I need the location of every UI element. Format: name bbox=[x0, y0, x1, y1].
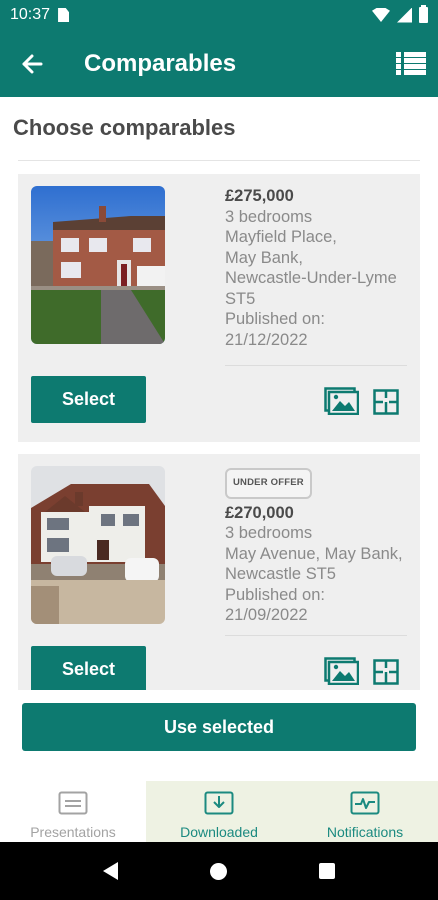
app-bar: Comparables bbox=[0, 30, 438, 97]
floorplan-icon[interactable] bbox=[373, 659, 399, 685]
tab-notifications[interactable]: Notifications bbox=[292, 781, 438, 842]
property-bedrooms: 3 bedrooms bbox=[225, 524, 313, 542]
floorplan-icon[interactable] bbox=[373, 389, 399, 415]
cell-signal-icon bbox=[397, 7, 412, 23]
property-price: £275,000 bbox=[225, 187, 294, 205]
select-button[interactable]: Select bbox=[31, 376, 146, 423]
tab-label: Downloaded bbox=[180, 824, 258, 840]
use-selected-button[interactable]: Use selected bbox=[22, 703, 416, 751]
tab-downloaded[interactable]: Downloaded bbox=[146, 781, 292, 842]
wifi-icon bbox=[372, 8, 390, 22]
property-price: £270,000 bbox=[225, 503, 294, 522]
comparables-list[interactable]: £275,000 3 bedrooms Mayfield Place, May … bbox=[0, 162, 438, 690]
photo-gallery-icon[interactable] bbox=[324, 387, 359, 415]
nav-back-icon[interactable] bbox=[103, 862, 118, 880]
tab-label: Presentations bbox=[30, 824, 116, 840]
property-details: £275,000 3 bedrooms Mayfield Place, May … bbox=[225, 186, 397, 350]
sim-card-icon bbox=[58, 8, 70, 22]
tab-presentations[interactable]: Presentations bbox=[0, 781, 146, 842]
published-date: 21/12/2022 bbox=[225, 330, 308, 349]
comparable-card: UNDER OFFER £270,000 3 bedrooms May Aven… bbox=[18, 454, 420, 690]
status-icons bbox=[372, 5, 428, 23]
nav-recents-icon[interactable] bbox=[319, 863, 335, 879]
phone-screen: 10:37 Comparables Choose comparables £27… bbox=[0, 0, 438, 900]
app-bar-title: Comparables bbox=[84, 49, 237, 77]
page-heading: Choose comparables bbox=[13, 115, 236, 140]
under-offer-badge: UNDER OFFER bbox=[225, 468, 312, 499]
status-time: 10:37 bbox=[10, 6, 51, 23]
property-address-line: ST5 bbox=[225, 289, 256, 308]
published-label: Published on: bbox=[225, 310, 325, 328]
list-view-icon[interactable] bbox=[396, 51, 426, 76]
property-address-line: May Bank, bbox=[225, 248, 303, 267]
card-divider bbox=[225, 365, 407, 366]
property-address-line: Mayfield Place, bbox=[225, 228, 337, 246]
property-bedrooms: 3 bedrooms bbox=[225, 207, 313, 226]
download-icon bbox=[204, 791, 234, 815]
property-photo bbox=[31, 186, 165, 344]
bottom-tab-bar: Presentations Downloaded Notifications bbox=[0, 781, 438, 842]
back-arrow-icon[interactable] bbox=[0, 30, 64, 97]
property-address-line: May Avenue, May Bank, bbox=[225, 544, 403, 563]
nav-home-icon[interactable] bbox=[210, 862, 227, 880]
system-nav-bar bbox=[0, 842, 438, 900]
tab-label: Notifications bbox=[326, 824, 404, 840]
property-details: UNDER OFFER £270,000 3 bedrooms May Aven… bbox=[225, 468, 403, 626]
photo-gallery-icon[interactable] bbox=[324, 657, 359, 685]
divider bbox=[18, 160, 420, 161]
published-date: 21/09/2022 bbox=[225, 606, 308, 624]
property-photo bbox=[31, 466, 165, 624]
battery-icon bbox=[419, 5, 428, 23]
property-address-line: Newcastle ST5 bbox=[225, 565, 336, 583]
activity-icon bbox=[350, 791, 380, 815]
published-label: Published on: bbox=[225, 585, 325, 604]
select-button[interactable]: Select bbox=[31, 646, 146, 690]
comparable-card: £275,000 3 bedrooms Mayfield Place, May … bbox=[18, 174, 420, 442]
card-divider bbox=[225, 635, 407, 636]
status-bar: 10:37 bbox=[0, 0, 438, 30]
property-address-line: Newcastle-Under-Lyme bbox=[225, 269, 397, 287]
presentation-icon bbox=[58, 791, 88, 815]
